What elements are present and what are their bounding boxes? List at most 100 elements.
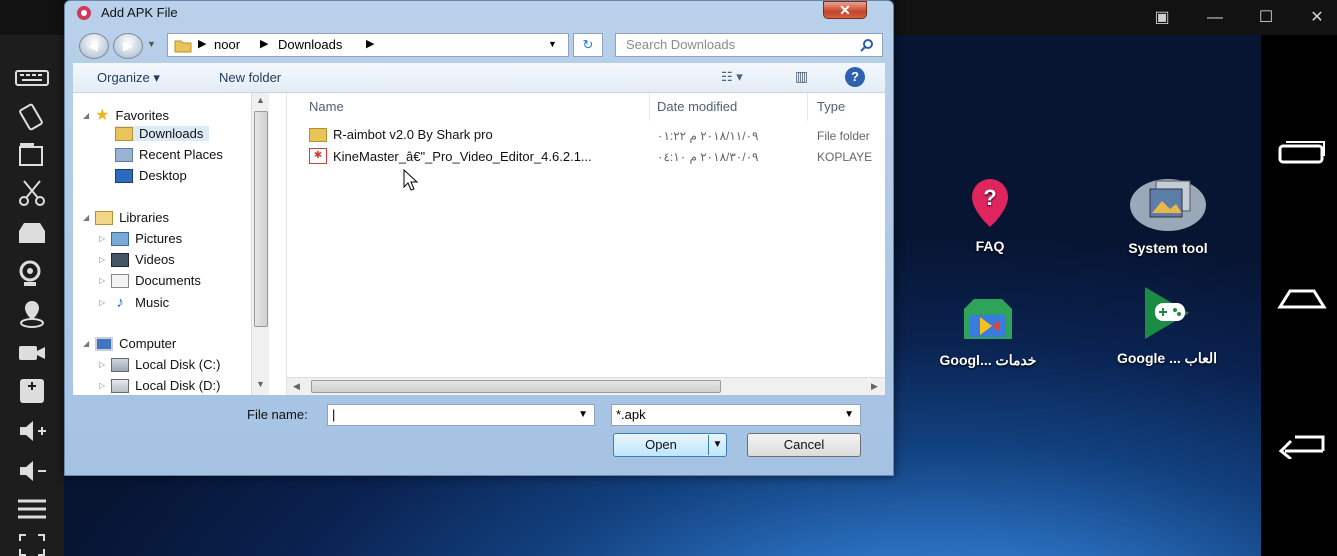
history-dropdown-icon[interactable]: ▼	[147, 39, 156, 49]
scissors-icon[interactable]	[14, 177, 50, 209]
nav-recent-places[interactable]: Recent Places	[115, 147, 223, 162]
organize-button[interactable]: Organize ▾	[97, 70, 160, 86]
back-icon[interactable]	[1275, 429, 1327, 459]
app-system-tool[interactable]: System tool	[1112, 177, 1224, 256]
column-date-modified[interactable]: Date modified	[657, 99, 737, 114]
view-options-icon[interactable]: ☷ ▾	[721, 69, 743, 85]
preview-pane-icon[interactable]: ▥	[795, 68, 808, 85]
new-folder-button[interactable]: New folder	[219, 70, 281, 85]
arrow-right-icon: ▶	[123, 38, 133, 53]
app-faq[interactable]: ? FAQ	[950, 177, 1030, 254]
breadcrumb-separator-icon: ▶	[198, 38, 207, 50]
nav-downloads[interactable]: Downloads	[115, 126, 210, 141]
breadcrumb-downloads[interactable]: Downloads	[278, 37, 342, 52]
scroll-up-icon[interactable]: ▲	[256, 95, 265, 105]
file-date: ٢٠١٨/٣٠/٠٩ م ٠٤:١٠	[657, 150, 759, 164]
refresh-button[interactable]: ↻	[573, 33, 603, 57]
screen-record-icon[interactable]	[14, 139, 50, 171]
dialog-footer: File name: | ▼ *.apk ▼ Open ▼ Cancel	[73, 395, 885, 469]
nav-music[interactable]: ▷ ♪ Music	[99, 294, 169, 311]
collapse-arrow-icon: ◢	[83, 213, 90, 222]
android-nav-bar	[1261, 35, 1337, 556]
expand-arrow-icon: ▷	[99, 360, 106, 369]
location-icon[interactable]	[14, 297, 50, 329]
drive-icon	[111, 378, 130, 393]
nav-scrollbar[interactable]: ▲ ▼	[251, 93, 269, 395]
file-type-filter[interactable]: *.apk ▼	[611, 404, 861, 426]
volume-down-icon[interactable]	[14, 455, 50, 487]
menu-icon[interactable]	[14, 493, 50, 525]
camera-off-icon[interactable]	[14, 257, 50, 289]
folder-icon	[174, 40, 192, 53]
cancel-button[interactable]: Cancel	[747, 433, 861, 457]
file-list: Name Date modified Type R-aimbot v2.0 By…	[287, 93, 885, 395]
chevron-down-icon[interactable]: ▼	[578, 405, 588, 425]
header-divider	[807, 93, 808, 121]
app-google-play-services[interactable]: Googl... خدمات	[926, 293, 1050, 369]
scroll-left-icon[interactable]: ◀	[293, 381, 300, 392]
google-play-services-icon	[964, 299, 1012, 339]
screenshot-icon[interactable]: ▣	[1150, 8, 1174, 28]
help-icon[interactable]: ?	[845, 67, 865, 87]
file-type: File folder	[817, 129, 870, 143]
documents-icon	[111, 273, 130, 288]
nav-local-disk-c[interactable]: ▷ Local Disk (C:)	[99, 357, 220, 372]
nav-desktop[interactable]: Desktop	[115, 168, 187, 183]
apk-install-icon[interactable]	[14, 375, 50, 407]
file-name-input[interactable]: | ▼	[327, 404, 595, 426]
scroll-thumb[interactable]	[311, 380, 721, 393]
file-row[interactable]: ✱ KineMaster_â€"_Pro_Video_Editor_4.6.2.…	[309, 148, 592, 164]
address-bar[interactable]: ▶ noor ▶ Downloads ▶ ▼	[167, 33, 569, 57]
browser-area: ◢ ★ Favorites Downloads Recent Places De…	[73, 93, 885, 395]
recent-places-icon	[115, 147, 133, 162]
video-icon[interactable]	[14, 337, 50, 369]
expand-arrow-icon: ▷	[99, 276, 106, 285]
address-dropdown-icon[interactable]: ▼	[548, 39, 557, 49]
chevron-down-icon[interactable]: ▼	[844, 405, 854, 425]
maximize-icon[interactable]: ☐	[1254, 8, 1278, 28]
horizontal-scrollbar[interactable]: ◀ ▶	[287, 377, 885, 395]
file-name: R-aimbot v2.0 By Shark pro	[333, 127, 493, 142]
gallery-stack-icon	[1130, 179, 1206, 231]
home-icon[interactable]	[1277, 285, 1327, 313]
scroll-down-icon[interactable]: ▼	[256, 379, 265, 389]
scroll-right-icon[interactable]: ▶	[871, 381, 878, 392]
nav-videos[interactable]: ▷ Videos	[99, 252, 175, 267]
add-apk-dialog: Add APK File ✕ ◀ ▶ ▼ ▶ noor ▶ Downloads …	[64, 0, 894, 476]
nav-pictures[interactable]: ▷ Pictures	[99, 231, 182, 246]
file-name: KineMaster_â€"_Pro_Video_Editor_4.6.2.1.…	[333, 148, 592, 164]
fullscreen-icon[interactable]	[14, 529, 50, 556]
scroll-thumb[interactable]	[254, 111, 268, 327]
open-button[interactable]: Open ▼	[613, 433, 727, 457]
inbox-icon[interactable]	[14, 217, 50, 249]
nav-label: Computer	[119, 336, 177, 351]
nav-favorites[interactable]: ◢ ★ Favorites	[83, 105, 169, 125]
arrow-left-icon: ◀	[88, 38, 98, 53]
nav-label: Libraries	[119, 210, 170, 225]
file-row[interactable]: R-aimbot v2.0 By Shark pro	[309, 127, 493, 142]
forward-button[interactable]: ▶	[113, 33, 143, 59]
recent-apps-icon[interactable]	[1277, 138, 1327, 166]
keyboard-icon[interactable]	[14, 63, 50, 95]
app-google-play-games[interactable]: Google ... العاب	[1102, 285, 1232, 367]
volume-up-icon[interactable]	[14, 415, 50, 447]
question-pin-icon: ?	[972, 179, 1008, 227]
open-label: Open	[645, 437, 677, 452]
nav-local-disk-d[interactable]: ▷ Local Disk (D:)	[99, 378, 220, 393]
breadcrumb-noor[interactable]: noor	[214, 37, 240, 52]
open-split-chevron-icon[interactable]: ▼	[708, 435, 726, 455]
close-button[interactable]: ✕	[823, 1, 867, 19]
search-input[interactable]: Search Downloads	[615, 33, 883, 57]
minimize-icon[interactable]: —	[1203, 8, 1227, 28]
nav-computer[interactable]: ◢ Computer	[83, 336, 176, 351]
search-icon[interactable]	[860, 38, 874, 52]
text-cursor: |	[332, 407, 336, 422]
back-button[interactable]: ◀	[79, 33, 109, 59]
close-window-icon[interactable]: ✕	[1305, 8, 1329, 28]
column-name[interactable]: Name	[309, 99, 344, 114]
nav-documents[interactable]: ▷ Documents	[99, 273, 201, 288]
column-type[interactable]: Type	[817, 99, 845, 114]
rotate-icon[interactable]	[14, 101, 50, 133]
nav-libraries[interactable]: ◢ Libraries	[83, 210, 169, 225]
expand-arrow-icon: ▷	[99, 381, 106, 390]
